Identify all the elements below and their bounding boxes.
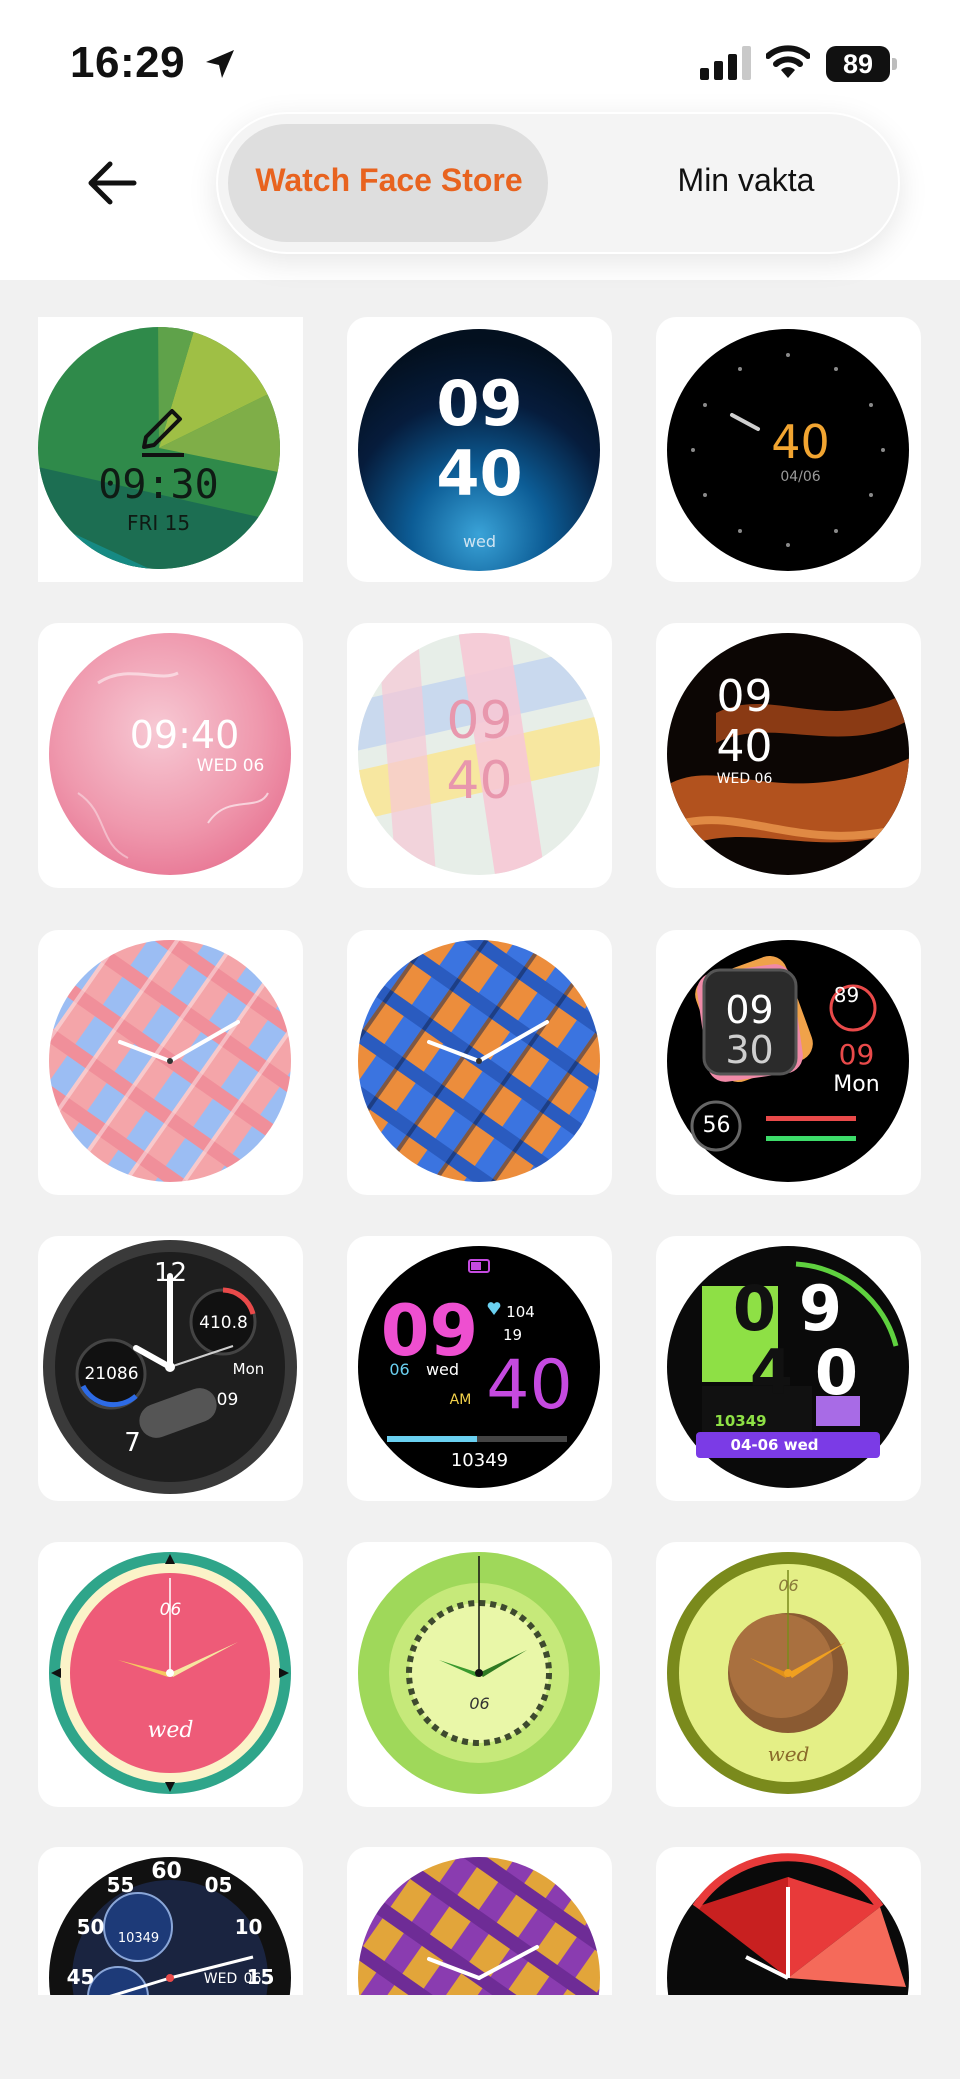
face-date: FRI 15 <box>126 511 191 535</box>
watch-face-card[interactable]: 06 <box>347 1542 612 1807</box>
watch-face-card[interactable]: 09 104 19 06 wed AM 40 10349 <box>347 1236 612 1501</box>
face-day: Mon <box>232 1360 265 1378</box>
face-time: 09:30 <box>98 462 219 508</box>
face-date: 06 <box>243 1971 262 1987</box>
face-day: Mon <box>833 1072 880 1097</box>
face-value: 40 <box>771 415 830 469</box>
face-number: 06 <box>159 1600 182 1620</box>
watch-face-card[interactable] <box>656 1847 921 1995</box>
watch-face-card[interactable]: 09:40 WED 06 <box>38 623 303 888</box>
face-number: 06 <box>778 1576 799 1595</box>
tab-watch-face-store[interactable]: Watch Face Store <box>244 162 534 199</box>
tab-my-watch[interactable]: Min vakta <box>596 162 896 199</box>
face-date: 09 <box>216 1390 239 1410</box>
watch-face-card[interactable]: 06 wed <box>38 1542 303 1807</box>
watch-face-card[interactable]: 60 55 05 50 10 45 15 10349 104 WED 06 <box>38 1847 303 1995</box>
wifi-icon <box>766 45 810 78</box>
face-date: WED 06 <box>716 771 773 787</box>
face-hour-digit-2: 9 <box>798 1272 843 1345</box>
face-minute-digit-2: 0 <box>814 1336 859 1409</box>
face-twelve: 12 <box>153 1258 188 1288</box>
face-hour: 09 <box>446 691 513 751</box>
watch-face-grid: 09:30 FRI 15 09 40 wed 40 04/06 09:40 WE… <box>0 280 960 1995</box>
face-minute: 40 <box>486 1346 573 1425</box>
top-bar: 16:29 89 Watch Face Store Min vakta <box>0 0 960 280</box>
face-num-05: 05 <box>204 1873 233 1897</box>
status-time: 16:29 <box>70 38 186 87</box>
watch-face-card[interactable] <box>347 930 612 1195</box>
face-value-2: 19 <box>502 1326 523 1344</box>
battery-indicator: 89 <box>826 46 897 82</box>
face-hour: 09 <box>436 367 523 440</box>
face-minute: 40 <box>716 721 773 772</box>
watch-face-card[interactable]: 06 wed <box>656 1542 921 1807</box>
face-minute: 40 <box>446 751 513 811</box>
watch-face-card[interactable]: 09:30 FRI 15 <box>38 317 303 582</box>
face-day: wed <box>767 1742 810 1766</box>
tab-switcher: Watch Face Store Min vakta <box>216 112 900 254</box>
face-minute: 40 <box>436 437 523 510</box>
face-steps: 56 <box>702 1113 731 1138</box>
watch-face-card[interactable]: 09 40 <box>347 623 612 888</box>
face-steps: 10349 <box>714 1412 767 1430</box>
watch-face-card[interactable]: 09 40 WED 06 <box>656 623 921 888</box>
location-arrow-icon <box>206 50 234 78</box>
face-hour: 09 <box>716 671 773 722</box>
bottom-area <box>0 1995 960 2079</box>
face-number: 06 <box>469 1694 490 1713</box>
face-date: WED 06 <box>196 756 265 776</box>
watch-face-card[interactable] <box>347 1847 612 1995</box>
watch-face-card[interactable]: 0 9 4 0 10349 04-06 wed <box>656 1236 921 1501</box>
face-date: 09 <box>838 1038 875 1071</box>
watch-face-card[interactable]: 09 40 wed <box>347 317 612 582</box>
watch-face-card[interactable] <box>38 930 303 1195</box>
cellular-signal-icon <box>700 46 751 80</box>
face-date: 04/06 <box>780 469 821 485</box>
watch-face-card[interactable]: 12 7 21086 410.8 Mon 09 <box>38 1236 303 1501</box>
face-date: 04-06 wed <box>730 1436 819 1454</box>
face-steps: 10349 <box>450 1450 509 1471</box>
face-bpm: 89 <box>833 983 860 1007</box>
watch-face-card[interactable]: 40 04/06 <box>656 317 921 582</box>
battery-level: 89 <box>826 46 890 82</box>
watch-face-card[interactable]: 09 30 89 09 Mon 56 <box>656 930 921 1195</box>
face-hr: 104 <box>506 1303 535 1321</box>
face-right-value: 410.8 <box>199 1313 248 1333</box>
face-steps: 10349 <box>117 1931 160 1946</box>
face-seven: 7 <box>124 1428 141 1458</box>
status-bar: 16:29 89 <box>0 0 960 120</box>
face-day: wed <box>462 532 497 551</box>
face-day: wed <box>147 1718 194 1743</box>
face-time: 09:40 <box>129 713 240 757</box>
back-arrow-icon[interactable] <box>82 150 148 216</box>
